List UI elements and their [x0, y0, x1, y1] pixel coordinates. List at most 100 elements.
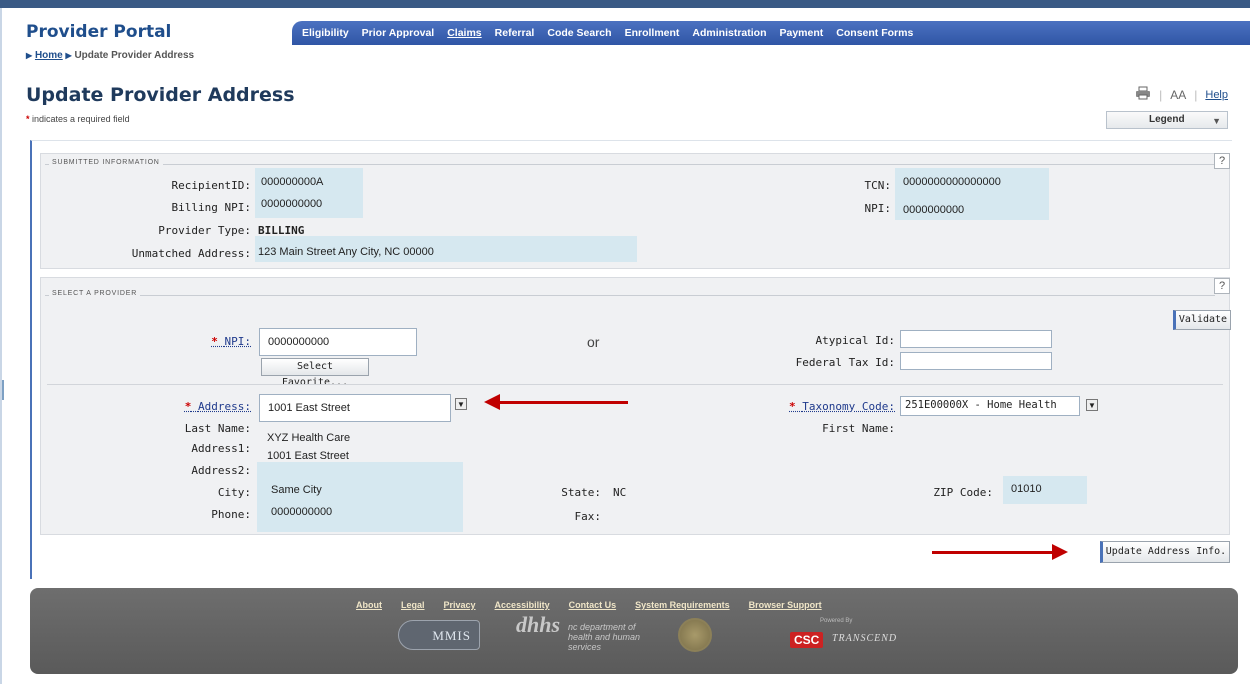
city-label: City: [217, 486, 251, 499]
footer-links: About Legal Privacy Accessibility Contac… [356, 600, 822, 610]
nav-prior-approval[interactable]: Prior Approval [362, 27, 435, 39]
ncdhhs-mark-icon: dhhs [516, 612, 561, 637]
footer-link-browser-support[interactable]: Browser Support [749, 600, 822, 610]
atypical-id-label: Atypical Id: [815, 334, 895, 347]
footer: About Legal Privacy Accessibility Contac… [30, 588, 1238, 674]
transcend-text: TRANSCEND [832, 633, 898, 644]
tools-separator: | [1194, 87, 1198, 102]
phone-value: 0000000000 [271, 506, 333, 518]
footer-link-about[interactable]: About [356, 600, 382, 610]
footer-link-privacy[interactable]: Privacy [444, 600, 476, 610]
taxonomy-code-select[interactable]: 251E00000X - Home Health [900, 396, 1080, 416]
state-seal-logo [678, 618, 712, 652]
npi-label: NPI: [864, 202, 892, 215]
fax-label: Fax: [574, 510, 602, 523]
address-select[interactable]: 1001 East Street [259, 394, 451, 422]
ncdhhs-logo: dhhs nc department of health and human s… [516, 612, 651, 654]
state-label: State: [561, 486, 601, 499]
provider-type-value: BILLING [258, 224, 305, 237]
help-link[interactable]: Help [1205, 89, 1228, 101]
or-separator: or [587, 334, 600, 350]
select-favorite-button[interactable]: Select Favorite... [261, 358, 369, 388]
nav-eligibility[interactable]: Eligibility [302, 27, 349, 39]
address1-label: Address1: [191, 442, 251, 455]
submitted-help-button[interactable]: ? [1214, 153, 1230, 169]
required-star-icon: * [211, 335, 218, 348]
address1-value: 1001 East Street [267, 450, 349, 462]
address2-label: Address2: [191, 464, 251, 477]
billing-npi-value: 0000000000 [261, 198, 323, 210]
window-left-edge [0, 8, 2, 684]
billing-npi-label: Billing NPI: [171, 201, 251, 214]
nav-consent-forms[interactable]: Consent Forms [836, 27, 913, 39]
unmatched-address-label: Unmatched Address: [131, 247, 251, 260]
validate-button[interactable]: Validate [1173, 310, 1231, 330]
breadcrumb-home[interactable]: Home [35, 50, 63, 61]
nav-payment[interactable]: Payment [780, 27, 824, 39]
tools-separator: | [1159, 87, 1163, 102]
page-tools: | AA | Help [1135, 86, 1228, 103]
portal-title[interactable]: Provider Portal [26, 22, 171, 42]
submitted-info-legend: Submitted Information [49, 159, 163, 166]
submitted-info-section: Submitted Information ? RecipientID: 000… [40, 153, 1230, 269]
footer-link-legal[interactable]: Legal [401, 600, 425, 610]
last-name-label: Last Name: [184, 422, 251, 435]
breadcrumb-arrow-icon: ▶ [65, 51, 72, 60]
nav-enrollment[interactable]: Enrollment [625, 27, 680, 39]
required-star-icon: * [789, 400, 796, 413]
city-value: Same City [271, 484, 322, 496]
taxonomy-code-label: * Taxonomy Code: [741, 400, 895, 413]
page-title: Update Provider Address [26, 84, 295, 106]
chevron-down-icon[interactable]: ▼ [455, 398, 467, 410]
main-panel: Submitted Information ? RecipientID: 000… [30, 140, 1232, 579]
recipient-id-label: RecipientID: [171, 179, 251, 192]
npi-value: 0000000000 [903, 204, 965, 216]
last-name-value: XYZ Health Care [267, 432, 351, 444]
printer-icon[interactable] [1135, 86, 1151, 103]
font-size-toggle[interactable]: AA [1170, 88, 1186, 102]
npi-input-label: * NPI: [141, 335, 251, 348]
annotation-arrow-left-icon [484, 394, 628, 410]
breadcrumb: ▶ Home ▶ Update Provider Address [26, 50, 194, 61]
chevron-down-icon[interactable]: ▼ [1086, 399, 1098, 411]
required-star-icon: * [26, 114, 30, 124]
nav-claims[interactable]: Claims [447, 27, 481, 39]
value-highlight [257, 462, 463, 532]
tcn-value: 0000000000000000 [903, 176, 1001, 188]
nav-code-search[interactable]: Code Search [547, 27, 611, 39]
section-divider [47, 384, 1223, 385]
mmis-logo: MMIS [398, 620, 480, 650]
provider-type-label: Provider Type: [158, 224, 251, 237]
select-provider-help-button[interactable]: ? [1214, 278, 1230, 294]
federal-tax-id-input[interactable] [900, 352, 1052, 370]
ncdhhs-text: nc department of health and human servic… [568, 622, 641, 652]
legend-dropdown[interactable]: Legend ▼ [1106, 111, 1228, 129]
npi-input-label-text: NPI: [224, 335, 252, 348]
csc-mark: CSC [790, 632, 824, 648]
chevron-down-icon: ▼ [1212, 116, 1221, 126]
recipient-id-value: 000000000A [261, 176, 324, 188]
legend-label: Legend [1149, 114, 1185, 125]
update-address-button[interactable]: Update Address Info. [1100, 541, 1230, 563]
address-label: * Address: [141, 400, 251, 413]
required-star-icon: * [184, 400, 192, 413]
taxonomy-code-label-text: Taxonomy Code: [802, 400, 895, 413]
footer-link-system-requirements[interactable]: System Requirements [635, 600, 730, 610]
nav-administration[interactable]: Administration [692, 27, 766, 39]
footer-link-accessibility[interactable]: Accessibility [495, 600, 550, 610]
npi-input[interactable]: 0000000000 [259, 328, 417, 356]
select-provider-legend: Select a Provider [49, 290, 141, 297]
zip-code-value: 01010 [1011, 483, 1042, 495]
csc-transcend-logo: Powered By CSC TRANSCEND [790, 618, 896, 654]
atypical-id-input[interactable] [900, 330, 1052, 348]
phone-label: Phone: [211, 508, 251, 521]
federal-tax-id-label: Federal Tax Id: [795, 356, 895, 369]
required-note-text: indicates a required field [32, 114, 130, 124]
first-name-label: First Name: [822, 422, 895, 435]
nav-referral[interactable]: Referral [495, 27, 535, 39]
footer-link-contact[interactable]: Contact Us [569, 600, 617, 610]
zip-code-label: ZIP Code: [933, 486, 993, 499]
section-rule [45, 164, 1215, 165]
tcn-label: TCN: [864, 179, 892, 192]
main-nav: Eligibility Prior Approval Claims Referr… [292, 21, 1250, 45]
